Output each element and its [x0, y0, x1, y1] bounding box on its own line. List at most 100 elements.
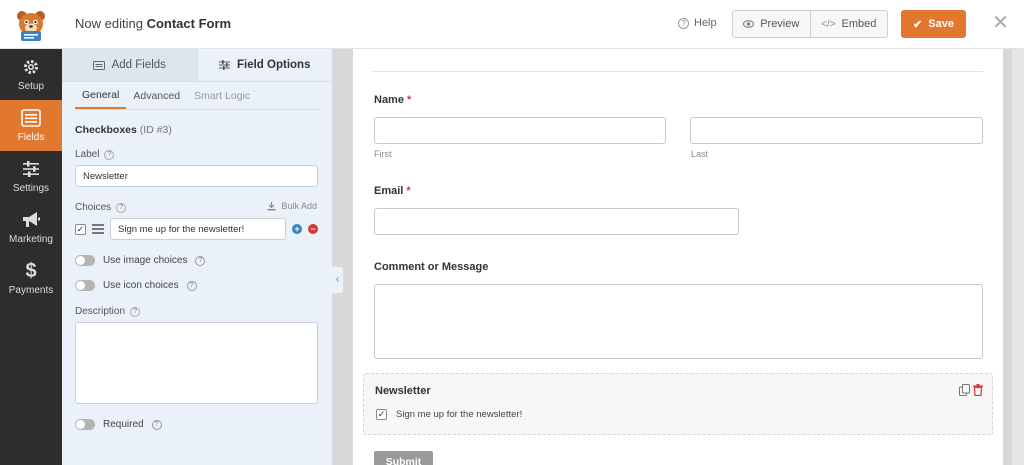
field-options-panel: Add Fields Field Options General Advance…	[62, 49, 333, 465]
gear-icon	[21, 57, 41, 77]
subtab-general[interactable]: General	[75, 82, 127, 109]
bulk-add-link[interactable]: Bulk Add	[267, 201, 317, 211]
collapse-panel-icon[interactable]: ‹	[332, 266, 344, 294]
subtab-smart-logic[interactable]: Smart Logic	[187, 82, 257, 109]
trash-icon[interactable]	[973, 384, 983, 396]
code-icon: </>	[821, 18, 836, 30]
icon-choices-label: Use icon choices	[103, 280, 179, 291]
label-text: Label	[75, 149, 100, 160]
sidebar-item-fields[interactable]: Fields	[0, 100, 62, 151]
sliders-icon	[219, 60, 230, 70]
dollar-icon: $	[25, 259, 37, 282]
newsletter-checkbox[interactable]: ✓	[376, 409, 387, 420]
newsletter-label: Newsletter	[375, 385, 431, 397]
last-sublabel: Last	[691, 149, 709, 159]
preview-scrollbar[interactable]	[1012, 49, 1024, 465]
save-label: Save	[928, 18, 954, 30]
comment-field-label: Comment or Message	[374, 261, 489, 273]
required-asterisk: *	[407, 94, 412, 106]
icon-choices-toggle-row: Use icon choices ?	[75, 280, 197, 291]
help-icon[interactable]: ?	[151, 419, 162, 430]
fields-list-icon	[21, 108, 41, 128]
last-name-input[interactable]	[690, 117, 983, 144]
tab-field-options[interactable]: Field Options	[196, 49, 332, 81]
eye-icon	[743, 20, 755, 28]
embed-label: Embed	[841, 18, 877, 30]
sidebar-item-label: Settings	[12, 183, 50, 194]
newsletter-choice[interactable]: ✓ Sign me up for the newsletter!	[376, 409, 522, 420]
required-toggle-row: Required ?	[75, 419, 162, 430]
help-icon[interactable]: ?	[195, 255, 206, 266]
choice-input[interactable]: Sign me up for the newsletter!	[110, 218, 286, 240]
first-name-input[interactable]	[374, 117, 666, 144]
drag-handle-icon[interactable]	[92, 224, 104, 234]
preview-label: Preview	[760, 18, 800, 30]
description-textarea[interactable]	[75, 322, 318, 404]
help-icon[interactable]: ?	[186, 280, 197, 291]
sidebar-item-label: Setup	[17, 81, 45, 92]
add-choice-icon[interactable]: +	[292, 224, 302, 234]
sidebar-item-marketing[interactable]: Marketing	[0, 202, 62, 253]
newsletter-choice-label: Sign me up for the newsletter!	[396, 409, 523, 420]
required-label: Required	[103, 419, 144, 430]
sidebar-item-label: Marketing	[9, 234, 53, 245]
tab-label: Field Options	[237, 59, 311, 71]
label-input[interactable]: Newsletter	[75, 165, 318, 187]
page-title: Now editing Contact Form	[75, 16, 231, 31]
subtabs: General Advanced Smart Logic	[75, 82, 319, 110]
save-button[interactable]: ✔ Save	[901, 10, 966, 38]
title-prefix: Now editing	[75, 16, 143, 31]
email-label-text: Email	[374, 185, 404, 197]
choices-heading: Choices ?	[75, 202, 127, 213]
form-preview: Name * First Last Email * Comment or Mes…	[353, 49, 1003, 465]
field-type: Checkboxes	[75, 124, 137, 136]
bear-mascot-icon	[17, 10, 45, 41]
divider	[373, 71, 983, 72]
tab-label: Add Fields	[111, 59, 166, 71]
submit-button[interactable]: Submit	[374, 451, 433, 465]
form-name: Contact Form	[146, 16, 232, 31]
description-heading: Description ?	[75, 306, 141, 317]
name-field-label: Name *	[374, 94, 411, 106]
sidebar-item-setup[interactable]: Setup	[0, 49, 62, 100]
megaphone-icon	[21, 210, 41, 230]
comment-textarea[interactable]	[374, 284, 983, 359]
close-icon[interactable]: ✕	[988, 12, 1013, 37]
sidebar-item-payments[interactable]: $ Payments	[0, 253, 62, 304]
help-link[interactable]: ? Help	[678, 17, 717, 29]
required-toggle[interactable]	[75, 419, 95, 430]
label-heading: Label ?	[75, 149, 115, 160]
field-id: (ID #3)	[139, 124, 172, 136]
panel-tabs: Add Fields Field Options	[62, 49, 332, 82]
icon-choices-toggle[interactable]	[75, 280, 95, 291]
help-icon[interactable]: ?	[104, 149, 115, 160]
help-icon: ?	[678, 17, 689, 29]
preview-button[interactable]: Preview	[733, 11, 810, 37]
wpforms-logo	[0, 0, 62, 49]
duplicate-icon[interactable]	[959, 384, 970, 396]
sliders-icon	[21, 159, 41, 179]
email-field-label: Email *	[374, 185, 411, 197]
checkmark-icon: ✔	[913, 18, 923, 31]
image-choices-toggle[interactable]	[75, 255, 95, 266]
sidebar-item-label: Payments	[8, 285, 54, 296]
choices-text: Choices	[75, 202, 112, 213]
download-icon	[267, 201, 276, 210]
email-input[interactable]	[374, 208, 739, 235]
tab-add-fields[interactable]: Add Fields	[62, 49, 197, 81]
newsletter-field-block[interactable]: Newsletter ✓ Sign me up for the newslett…	[363, 373, 993, 435]
image-choices-toggle-row: Use image choices ?	[75, 255, 206, 266]
embed-button[interactable]: </> Embed	[809, 11, 888, 37]
remove-choice-icon[interactable]: −	[308, 224, 318, 234]
choice-default-checkbox[interactable]: ✓	[75, 223, 86, 235]
help-icon[interactable]: ?	[130, 306, 141, 317]
first-sublabel: First	[374, 149, 392, 159]
image-choices-label: Use image choices	[103, 255, 188, 266]
sidebar-item-settings[interactable]: Settings	[0, 151, 62, 202]
sidebar-item-label: Fields	[17, 132, 45, 143]
help-icon[interactable]: ?	[116, 202, 127, 213]
list-icon	[92, 60, 105, 70]
description-text: Description	[75, 306, 126, 317]
subtab-advanced[interactable]: Advanced	[126, 82, 187, 109]
choice-row: ✓ Sign me up for the newsletter! + −	[75, 218, 320, 240]
